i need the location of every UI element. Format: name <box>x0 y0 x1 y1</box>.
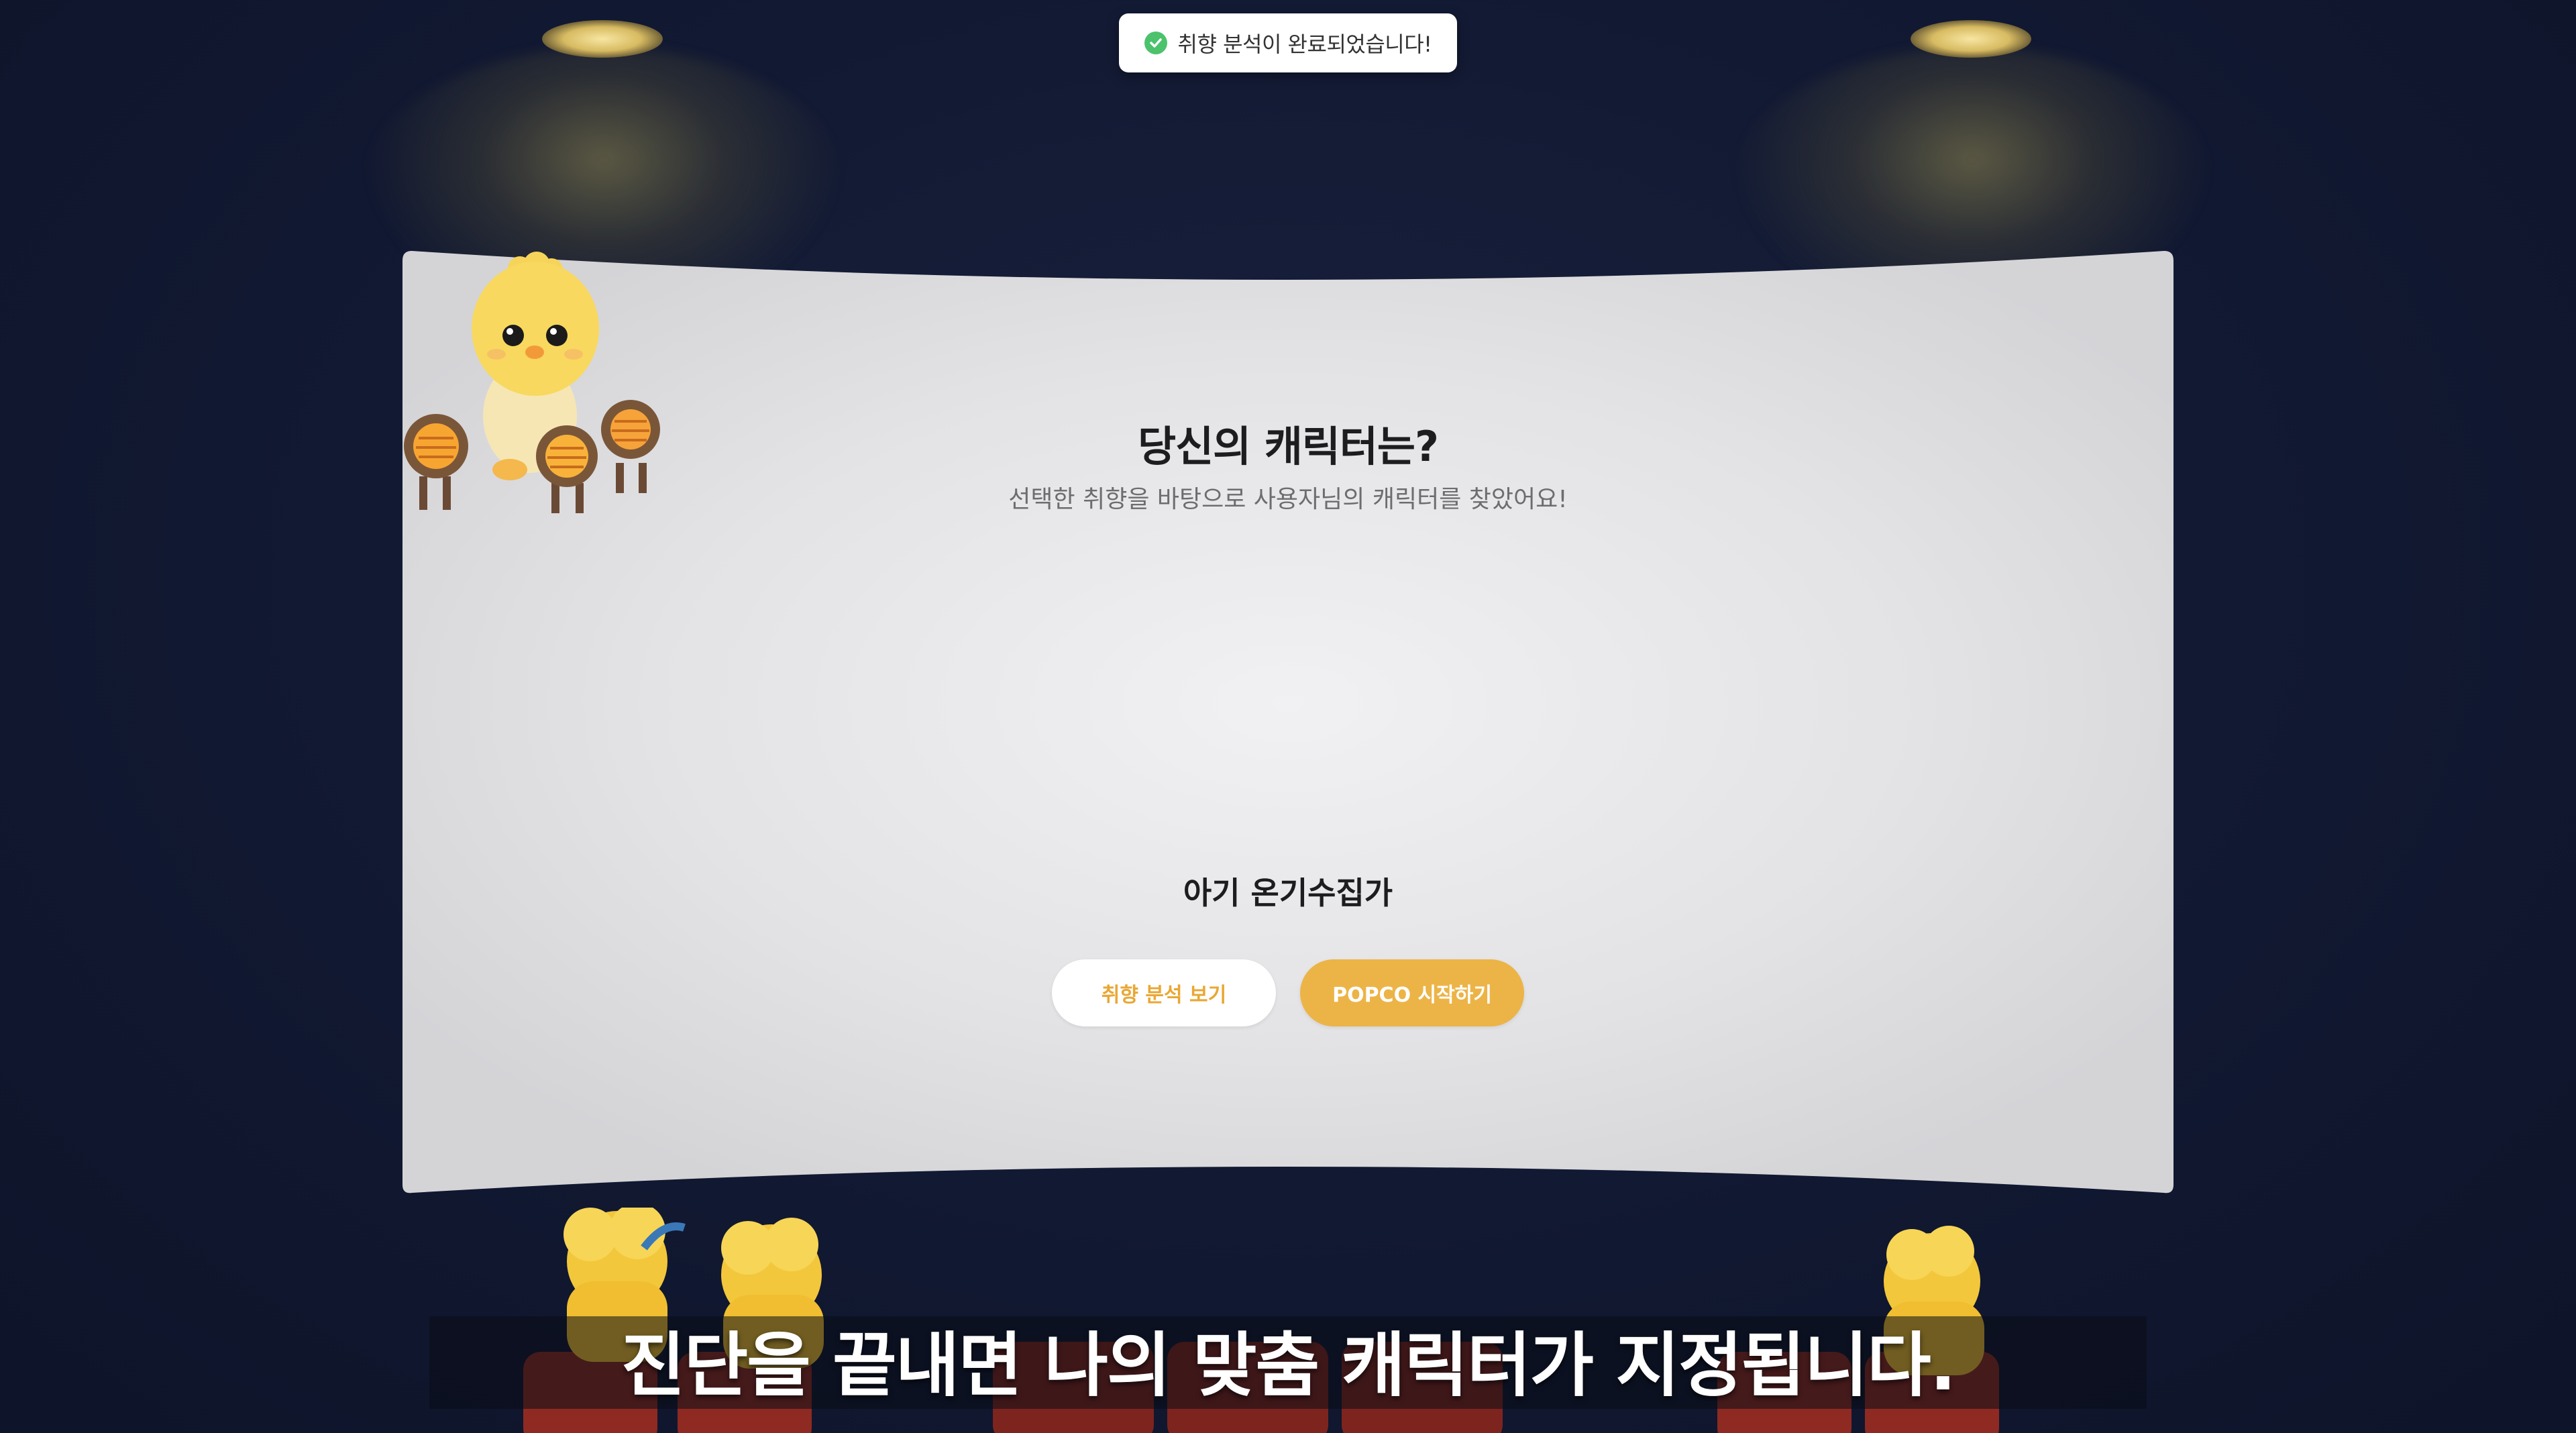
heater-left <box>404 414 468 510</box>
character-name: 아기 온기수집가 <box>1183 875 1393 911</box>
character-head <box>472 262 599 396</box>
character-illustration <box>404 252 660 513</box>
character-eye-right <box>546 325 568 346</box>
view-analysis-button[interactable]: 취향 분석 보기 <box>1052 959 1276 1026</box>
heater-right <box>601 400 660 493</box>
start-popco-button[interactable]: POPCO 시작하기 <box>1300 959 1524 1026</box>
cinema-screen: 당신의 캐릭터는? 선택한 취향을 바탕으로 사용자님의 캐릭터를 찾았어요! <box>402 248 2174 1194</box>
character-beak <box>525 346 544 359</box>
heater-middle <box>536 425 598 513</box>
check-circle-icon <box>1144 32 1167 54</box>
character-eye-left <box>502 325 524 346</box>
toast-message: 취향 분석이 완료되었습니다! <box>1177 32 1432 57</box>
video-caption: 진단을 끝내면 나의 맞춤 캐릭터가 지정됩니다. <box>621 1324 1956 1406</box>
ceiling-light-left <box>542 20 663 58</box>
toast-notification: 취향 분석이 완료되었습니다! <box>1119 13 1457 72</box>
ceiling-light-right <box>1911 20 2031 58</box>
theater-stage: 당신의 캐릭터는? 선택한 취향을 바탕으로 사용자님의 캐릭터를 찾았어요! <box>0 0 2576 1433</box>
